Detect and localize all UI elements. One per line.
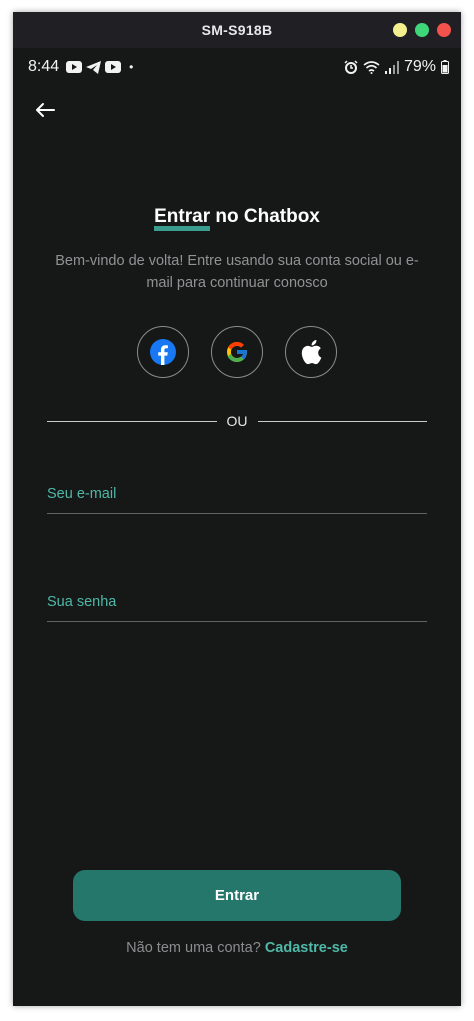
password-input[interactable] <box>47 582 427 621</box>
signup-question: Não tem uma conta? <box>126 940 265 956</box>
youtube-icon <box>66 61 83 73</box>
social-login-group <box>137 326 337 378</box>
minimize-button[interactable] <box>393 23 407 37</box>
maximize-button[interactable] <box>415 23 429 37</box>
divider-line <box>257 420 427 422</box>
window-controls <box>393 23 451 37</box>
email-input[interactable] <box>47 474 427 513</box>
back-arrow-icon <box>36 103 55 117</box>
facebook-login-button[interactable] <box>137 326 189 378</box>
google-icon <box>227 342 248 362</box>
login-button[interactable]: Entrar <box>73 870 401 921</box>
google-login-button[interactable] <box>211 326 263 378</box>
window-title: SM-S918B <box>201 22 273 38</box>
signup-prompt: Não tem uma conta? Cadastre-se <box>13 940 461 956</box>
alarm-icon <box>344 60 358 74</box>
battery-percent: 79% <box>403 58 436 75</box>
email-field <box>47 474 427 514</box>
back-button[interactable] <box>31 96 59 124</box>
telegram-icon <box>86 60 102 74</box>
divider-line <box>47 420 217 422</box>
notification-dot: • <box>129 60 134 74</box>
divider-label: OU <box>226 413 248 429</box>
password-field <box>47 582 427 622</box>
youtube-icon <box>105 61 122 73</box>
apple-icon <box>301 340 322 365</box>
battery-icon <box>441 60 449 74</box>
page-subtitle: Bem-vindo de volta! Entre usando sua con… <box>55 253 419 291</box>
signal-icon <box>384 60 399 74</box>
facebook-icon <box>150 339 176 365</box>
signup-link[interactable]: Cadastre-se <box>265 940 348 956</box>
apple-login-button[interactable] <box>285 326 337 378</box>
close-button[interactable] <box>437 23 451 37</box>
window-titlebar: SM-S918B <box>13 12 461 48</box>
wifi-icon <box>363 60 380 74</box>
title-accent: Entrar <box>154 206 211 231</box>
title-rest: no Chatbox <box>210 206 320 227</box>
device-window: SM-S918B 8:44 • 79% Entrar no Chatbox Be… <box>13 12 461 1006</box>
status-bar: 8:44 • 79% <box>13 48 461 86</box>
status-time: 8:44 <box>28 58 60 75</box>
page-title: Entrar no Chatbox <box>13 206 461 231</box>
or-divider: OU <box>47 410 427 432</box>
